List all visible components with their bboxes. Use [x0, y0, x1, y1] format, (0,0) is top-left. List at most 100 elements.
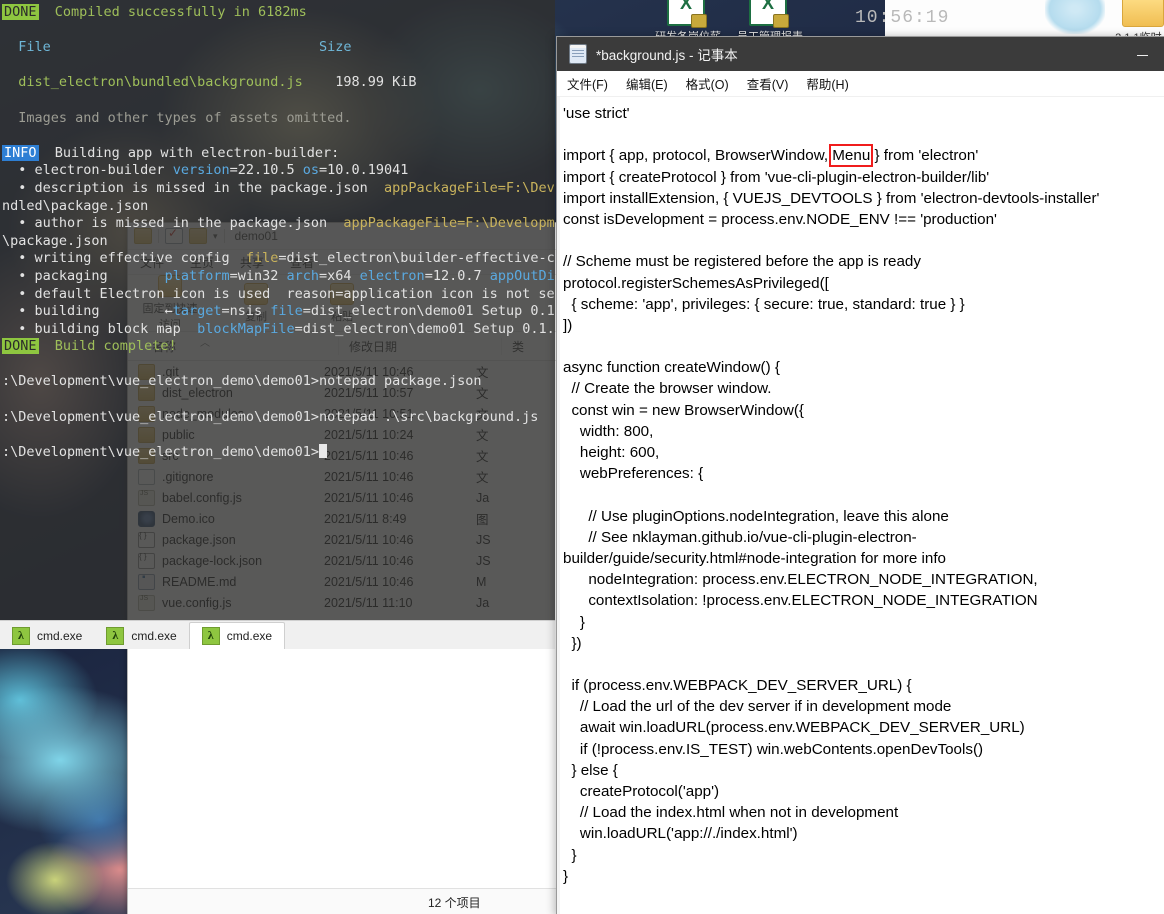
lock-icon [691, 14, 707, 28]
code-line: 'use strict' [563, 105, 630, 122]
code-line: import { createProtocol } from 'vue-cli-… [563, 168, 990, 186]
console-line: :\Development\vue_electron_demo\demo01>n… [2, 408, 539, 425]
explorer-status-bar: 12 个项目 [128, 888, 564, 914]
code-line: } [563, 613, 585, 631]
code-line: import installExtension, { VUEJS_DEVTOOL… [563, 189, 1100, 207]
console-tab-label: cmd.exe [37, 629, 83, 643]
code-line: async function createWindow() { [563, 359, 780, 377]
code-line: if (process.env.WEBPACK_DEV_SERVER_URL) … [563, 677, 912, 695]
folder-icon [1122, 0, 1164, 27]
console-line: :\Development\vue_electron_demo\demo01>n… [2, 373, 482, 390]
code-line: // Scheme must be registered before the … [563, 253, 921, 271]
code-line: // Load the index.html when not in devel… [563, 804, 899, 822]
notepad-menu-edit[interactable]: 编辑(E) [626, 74, 668, 93]
desktop-decor-blob [1045, 0, 1105, 34]
code-line: } else { [563, 761, 618, 779]
console-tab-label: cmd.exe [226, 629, 273, 643]
notepad-text-area[interactable]: 'use strict' import { app, protocol, Brow… [557, 97, 1164, 914]
code-line: width: 800, [563, 422, 654, 440]
console-line: ndled\package.json [2, 197, 149, 214]
console-line: \package.json [2, 232, 108, 249]
code-line: }) [563, 634, 582, 652]
console-line: :\Development\vue_electron_demo\demo01> [2, 443, 555, 462]
code-line: ]) [563, 316, 573, 334]
code-line: import { app, protocol, BrowserWindow, M… [563, 144, 979, 168]
excel-icon [667, 0, 707, 28]
code-line: await win.loadURL(process.env.WEBPACK_DE… [563, 719, 1025, 737]
notepad-title-bar[interactable]: *background.js - 记事本 [557, 37, 1164, 71]
notepad-title: *background.js - 记事本 [596, 48, 738, 63]
code-line: // Load the url of the dev server if in … [563, 698, 952, 716]
explorer-item-count: 12 个项目 [428, 895, 481, 910]
code-line: const isDevelopment = process.env.NODE_E… [563, 210, 997, 228]
code-line: } [563, 867, 569, 885]
notepad-menu-help[interactable]: 帮助(H) [806, 74, 848, 93]
status-badge-info: INFO [2, 144, 39, 161]
notepad-menu-view[interactable]: 查看(V) [747, 74, 789, 93]
console-tab-2[interactable]: λ cmd.exe [188, 622, 286, 649]
notepad-menu-file[interactable]: 文件(F) [567, 74, 608, 93]
code-line: // Create the browser window. [563, 380, 772, 398]
console-line: • author is missed in the package.json a… [2, 215, 555, 232]
lambda-icon: λ [12, 627, 30, 645]
code-line: nodeIntegration: process.env.ELECTRON_NO… [563, 571, 1038, 589]
code-line: webPreferences: { [563, 465, 704, 483]
console-line: File Size [2, 39, 352, 56]
minimize-button[interactable] [1119, 37, 1164, 71]
notepad-menu-bar[interactable]: 文件(F) 编辑(E) 格式(O) 查看(V) 帮助(H) [557, 71, 1164, 97]
status-badge-done: DONE [2, 4, 39, 20]
notepad-icon [569, 44, 587, 64]
code-line: contextIsolation: !process.env.ELECTRON_… [563, 592, 1038, 610]
lambda-icon: λ [201, 627, 220, 645]
console-line: • building block map blockMapFile=dist_e… [2, 320, 555, 337]
console-line: DONE Compiled successfully in 6182ms [2, 4, 307, 20]
console-line: • writing effective config file=dist_ele… [2, 250, 555, 267]
console-window[interactable]: DONE Compiled successfully in 6182ms Fil… [0, 0, 555, 620]
console-tab-0[interactable]: λ cmd.exe [0, 623, 94, 649]
code-line: win.loadURL('app://./index.html') [563, 825, 798, 843]
notepad-menu-format[interactable]: 格式(O) [686, 74, 729, 93]
lock-icon [773, 14, 789, 28]
console-line: dist_electron\bundled\background.js 198.… [2, 74, 417, 91]
code-line: height: 600, [563, 444, 660, 461]
console-line: DONE Build complete! [2, 338, 177, 355]
minimize-icon [1136, 54, 1148, 56]
console-line: • default Electron icon is used reason=a… [2, 285, 555, 302]
desktop-clock: 10:56:19 [855, 8, 950, 28]
notepad-left-edge [557, 97, 560, 914]
code-line: protocol.registerSchemesAsPrivileged([ [563, 274, 829, 292]
console-tab-1[interactable]: λ cmd.exe [94, 623, 188, 649]
console-line: • electron-builder version=22.10.5 os=10… [2, 162, 409, 179]
console-line: • description is missed in the package.j… [2, 179, 555, 196]
code-line: } [563, 846, 577, 864]
code-line: builder/guide/security.html#node-integra… [563, 549, 946, 567]
console-tab-bar[interactable]: λ cmd.exe λ cmd.exe λ cmd.exe [0, 620, 555, 649]
code-line: // Use pluginOptions.nodeIntegration, le… [563, 507, 949, 525]
console-line: • packaging platform=win32 arch=x64 elec… [2, 267, 555, 284]
code-line: createProtocol('app') [563, 783, 720, 800]
notepad-window[interactable]: *background.js - 记事本 文件(F) 编辑(E) 格式(O) 查… [556, 36, 1164, 914]
lambda-icon: λ [106, 627, 125, 645]
excel-icon [749, 0, 789, 28]
console-tab-label: cmd.exe [131, 629, 177, 643]
console-cursor [318, 443, 327, 458]
code-line: if (!process.env.IS_TEST) win.webContent… [563, 740, 984, 758]
console-line: • building ←target=nsis file=dist_electr… [2, 303, 555, 320]
status-badge-done: DONE [2, 338, 39, 355]
code-line: const win = new BrowserWindow({ [563, 401, 804, 419]
console-line: Images and other types of assets omitted… [2, 109, 352, 126]
code-line: // See nklayman.github.io/vue-cli-plugin… [563, 528, 917, 546]
